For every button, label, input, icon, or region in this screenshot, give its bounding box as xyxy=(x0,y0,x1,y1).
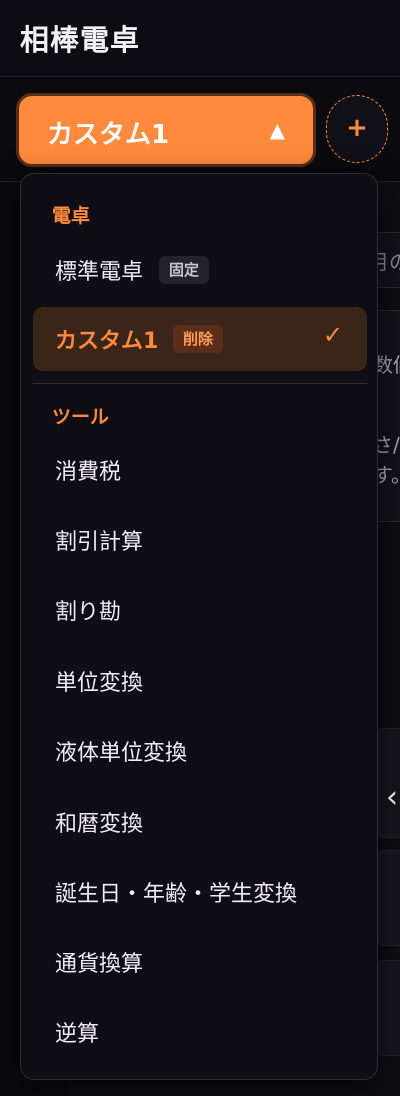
add-custom-calculator-button[interactable]: + xyxy=(326,95,388,163)
calculator-mode-select[interactable]: カスタム1 ▲ xyxy=(16,93,316,167)
background-key[interactable] xyxy=(378,850,400,946)
menu-item-birthday-age[interactable]: 誕生日・年齢・学生変換 xyxy=(33,860,367,924)
menu-item-consumption-tax[interactable]: 消費税 xyxy=(33,438,367,502)
menu-item-label: 標準電卓 xyxy=(55,260,144,285)
app-title: 相棒電卓 xyxy=(20,23,141,57)
menu-divider xyxy=(33,383,367,384)
chevron-left-icon[interactable]: ‹ xyxy=(386,780,398,815)
menu-item-label: 誕生日・年齢・学生変換 xyxy=(55,882,298,907)
menu-item-label: カスタム1 xyxy=(55,329,159,354)
menu-item-unit-conversion[interactable]: 単位変換 xyxy=(33,649,367,713)
menu-item-bill-split[interactable]: 割り勘 xyxy=(33,578,367,642)
menu-item-discount[interactable]: 割引計算 xyxy=(33,508,367,572)
section-label-calculators: 電卓 xyxy=(52,205,91,227)
section-label-tools: ツール xyxy=(52,406,110,428)
menu-item-label: 割り勘 xyxy=(55,600,122,625)
menu-item-label: 逆算 xyxy=(55,1022,100,1047)
menu-item-label: 消費税 xyxy=(55,460,122,485)
background-key[interactable] xyxy=(378,960,400,1056)
menu-item-custom-1[interactable]: カスタム1 削除 ✓ xyxy=(33,307,367,371)
menu-item-label: 液体単位変換 xyxy=(55,741,188,766)
menu-item-label: 和暦変換 xyxy=(55,812,144,837)
menu-item-label: 通貨換算 xyxy=(55,952,144,977)
menu-item-label: 単位変換 xyxy=(55,671,144,696)
plus-icon: + xyxy=(346,113,368,143)
menu-item-label: 割引計算 xyxy=(55,530,144,555)
delete-button[interactable]: 削除 xyxy=(173,325,224,353)
menu-item-liquid-unit-conversion[interactable]: 液体単位変換 xyxy=(33,719,367,783)
app-header: 相棒電卓 xyxy=(0,0,400,77)
fixed-badge: 固定 xyxy=(159,256,210,284)
current-mode-label: カスタム1 xyxy=(47,120,170,150)
checkmark-icon: ✓ xyxy=(322,321,343,349)
menu-item-japanese-calendar[interactable]: 和暦変換 xyxy=(33,790,367,854)
calculator-selector-bar: カスタム1 ▲ + xyxy=(0,78,400,182)
menu-item-reverse-calc[interactable]: 逆算 xyxy=(33,1000,367,1064)
menu-item-currency[interactable]: 通貨換算 xyxy=(33,930,367,994)
triangle-up-icon: ▲ xyxy=(269,118,285,142)
calculator-dropdown-menu: 電卓 標準電卓 固定 カスタム1 削除 ✓ ツール 消費税 割引計算 割り勘 単… xyxy=(20,173,378,1080)
menu-item-standard-calculator[interactable]: 標準電卓 固定 xyxy=(33,238,367,302)
